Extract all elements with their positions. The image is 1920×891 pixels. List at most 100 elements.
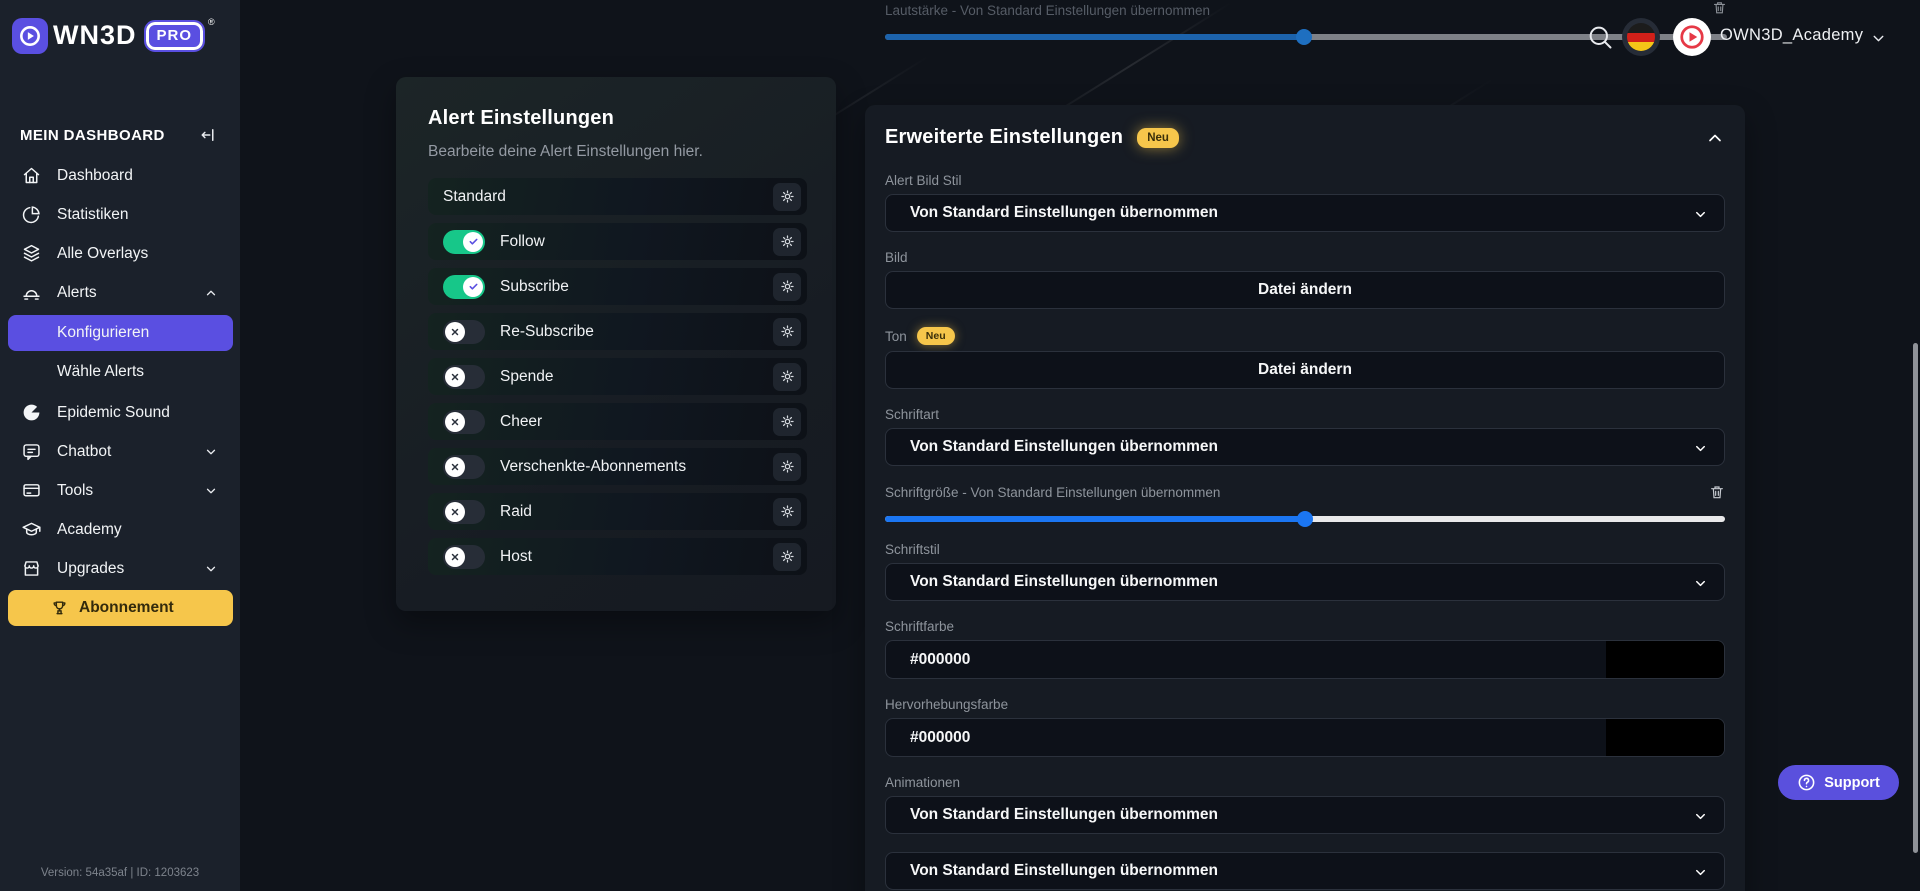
select-value: Von Standard Einstellungen übernommen [910,204,1219,221]
neu-badge: Neu [1137,127,1179,148]
search-icon[interactable] [1586,23,1614,51]
sidebar-item-konfigurieren[interactable]: Konfigurieren [8,315,233,351]
alert-row-resubscribe[interactable]: Re-Subscribe [428,313,807,350]
collapse-section-chevron-up-icon[interactable] [1705,128,1725,148]
chevron-down-icon [204,445,218,459]
advanced-settings-panel: Erweiterte Einstellungen Neu Alert Bild … [865,105,1745,891]
select-value: Von Standard Einstellungen übernommen [910,862,1219,879]
support-button[interactable]: Support [1778,765,1899,800]
font-size-slider-thumb[interactable] [1297,511,1313,527]
follow-toggle[interactable] [443,229,485,254]
extra-select[interactable]: Von Standard Einstellungen übernommen [885,852,1725,890]
gear-icon[interactable] [773,497,801,526]
highlight-color-field [885,718,1725,757]
scrollbar-thumb[interactable] [1913,343,1918,853]
gear-icon[interactable] [773,452,801,481]
logo-wordmark: WN3D [53,20,137,50]
trophy-icon [50,599,69,618]
select-value: Von Standard Einstellungen übernommen [910,573,1219,590]
chevron-down-icon[interactable] [1870,30,1887,47]
gear-icon[interactable] [773,542,801,571]
animations-select[interactable]: Von Standard Einstellungen übernommen [885,796,1725,834]
font-size-reset-trash-icon[interactable] [1709,484,1725,500]
image-change-file-button[interactable]: Datei ändern [885,271,1725,309]
epidemic-sound-icon [20,402,42,424]
play-logo-icon [12,17,48,54]
chevron-down-icon [1693,576,1708,591]
sidebar-item-upgrades[interactable]: Upgrades [0,549,240,588]
own3d-dashboard: Lautstärke - Von Standard Einstellungen … [0,0,1920,891]
abonnement-label: Abonnement [79,599,174,616]
alert-row-label: Re-Subscribe [500,322,594,340]
layers-icon [20,243,42,265]
cheer-toggle[interactable] [443,409,485,434]
font-color-swatch[interactable] [1606,641,1724,678]
font-label: Schriftart [885,407,940,422]
sidebar-item-abonnement[interactable]: Abonnement [8,590,233,626]
sidebar-item-alle-overlays[interactable]: Alle Overlays [0,234,240,273]
alert-row-label: Host [500,547,532,565]
alert-bell-icon [20,282,42,304]
select-value: Von Standard Einstellungen übernommen [910,438,1219,455]
pro-badge: PRO [143,19,205,52]
alert-row-host[interactable]: Host [428,538,807,575]
sidebar: WN3D PRO ® MEIN DASHBOARD Dashboard Stat… [0,0,240,891]
home-icon [20,165,42,187]
sidebar-item-alerts[interactable]: Alerts [0,273,240,312]
resubscribe-toggle[interactable] [443,319,485,344]
font-size-slider-fill [885,516,1305,522]
select-value: Von Standard Einstellungen übernommen [910,806,1219,823]
graduation-cap-icon [20,519,42,541]
sidebar-item-chatbot[interactable]: Chatbot [0,432,240,471]
german-flag-icon [1627,23,1655,51]
support-label: Support [1824,774,1880,791]
alert-image-style-select[interactable]: Von Standard Einstellungen übernommen [885,194,1725,232]
sidebar-item-waehle-alerts[interactable]: Wähle Alerts [8,354,233,390]
gear-icon[interactable] [773,317,801,346]
gear-icon[interactable] [773,407,801,436]
gear-icon[interactable] [773,272,801,301]
sidebar-item-statistiken[interactable]: Statistiken [0,195,240,234]
animations-label: Animationen [885,775,961,790]
sound-change-file-button[interactable]: Datei ändern [885,351,1725,389]
username-menu[interactable]: OWN3D_Academy [1720,26,1863,45]
font-size-slider[interactable] [885,511,1725,527]
alert-row-verschenkte-abonnements[interactable]: Verschenkte-Abonnements [428,448,807,485]
chevron-down-icon [1693,809,1708,824]
sidebar-item-academy[interactable]: Academy [0,510,240,549]
sidebar-section-label: MEIN DASHBOARD [20,126,165,144]
font-style-select[interactable]: Von Standard Einstellungen übernommen [885,563,1725,601]
sidebar-collapse-icon[interactable] [200,126,218,144]
highlight-color-label: Hervorhebungsfarbe [885,697,1009,712]
alert-row-standard[interactable]: Standard [428,178,807,215]
gear-icon[interactable] [773,182,801,211]
sidebar-item-epidemic-sound[interactable]: Epidemic Sound [0,393,240,432]
font-style-label: Schriftstil [885,542,940,557]
highlight-color-input[interactable] [885,718,1725,757]
font-select[interactable]: Von Standard Einstellungen übernommen [885,428,1725,466]
gear-icon[interactable] [773,362,801,391]
avatar[interactable] [1673,18,1711,56]
alert-row-follow[interactable]: Follow [428,223,807,260]
subscribe-toggle[interactable] [443,274,485,299]
alert-row-subscribe[interactable]: Subscribe [428,268,807,305]
image-label: Bild [885,250,908,265]
sidebar-item-tools[interactable]: Tools [0,471,240,510]
gifted-subs-toggle[interactable] [443,454,485,479]
settings-panel-title: Erweiterte Einstellungen [885,126,1124,148]
alert-row-raid[interactable]: Raid [428,493,807,530]
top-header: OWN3D_Academy [240,0,1920,74]
own3d-pro-logo[interactable]: WN3D PRO ® [0,0,240,56]
font-color-input[interactable] [885,640,1725,679]
raid-toggle[interactable] [443,499,485,524]
chevron-down-icon [1693,441,1708,456]
gear-icon[interactable] [773,227,801,256]
host-toggle[interactable] [443,544,485,569]
spende-toggle[interactable] [443,364,485,389]
main-content: Lautstärke - Von Standard Einstellungen … [240,0,1920,891]
highlight-color-swatch[interactable] [1606,719,1724,756]
alert-row-spende[interactable]: Spende [428,358,807,395]
alert-row-cheer[interactable]: Cheer [428,403,807,440]
sidebar-item-dashboard[interactable]: Dashboard [0,156,240,195]
language-selector[interactable] [1622,18,1660,56]
